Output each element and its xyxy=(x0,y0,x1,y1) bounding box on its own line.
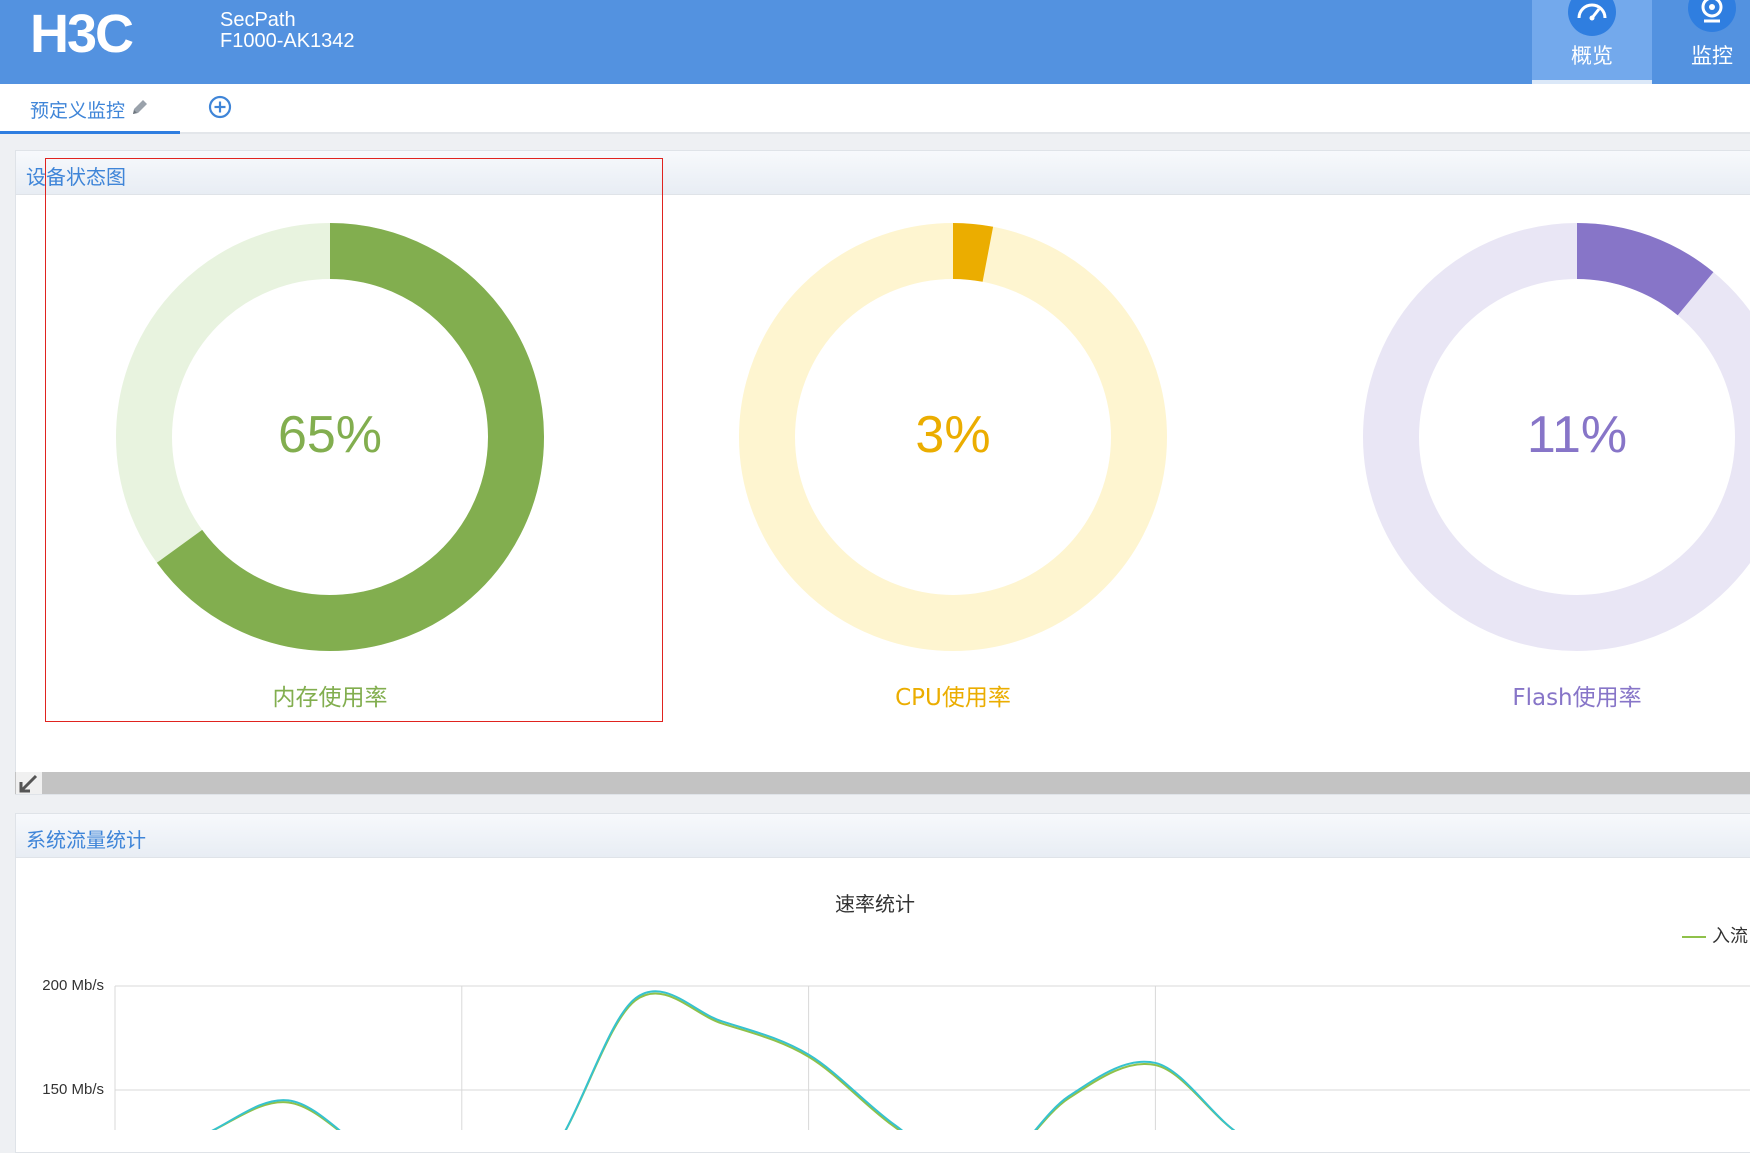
series-line-1 xyxy=(211,990,1236,1130)
rate-chart xyxy=(114,985,1750,1130)
